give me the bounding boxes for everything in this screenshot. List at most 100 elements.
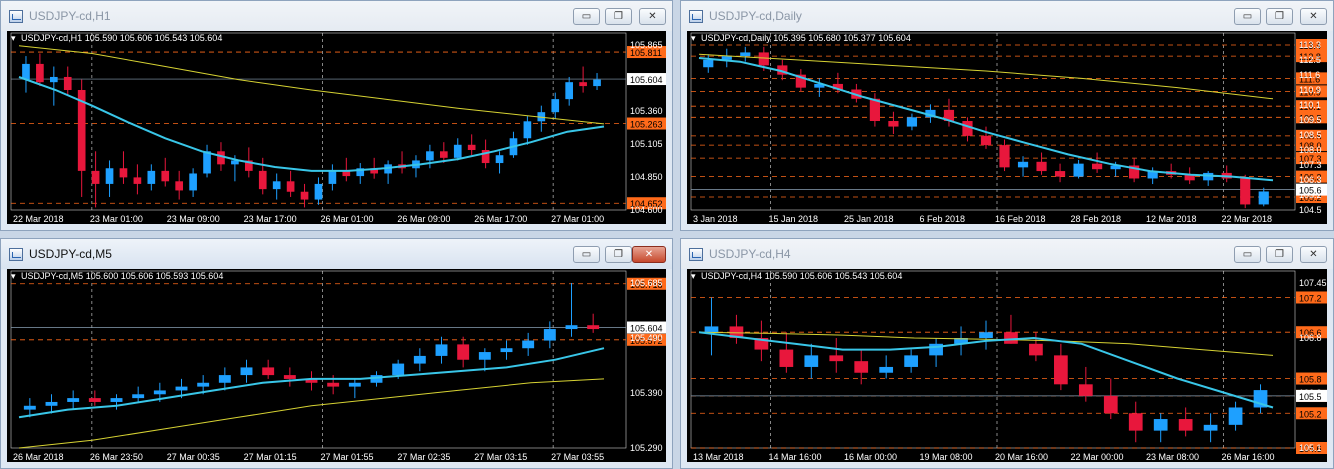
level-label: 105.2 — [1299, 409, 1322, 419]
candle-body — [413, 355, 426, 364]
candle-body — [110, 398, 123, 402]
candle-body — [1078, 384, 1093, 396]
candle-body — [1153, 419, 1168, 431]
time-tick-label: 28 Feb 2018 — [1071, 214, 1122, 224]
chart-window-m5[interactable]: USDJPY-cd,M5 ▭ ❐ ✕ 105.718 105.572 105.685… — [0, 238, 673, 469]
close-button[interactable]: ✕ — [632, 246, 666, 263]
candle-body — [1004, 332, 1018, 344]
candle-body — [119, 168, 128, 178]
maximize-button[interactable]: ❐ — [1266, 246, 1293, 263]
window-title: USDJPY-cd,Daily — [709, 9, 802, 23]
time-tick-label: 14 Mar 16:00 — [769, 452, 822, 462]
price-tick-label: 105.1 — [1299, 443, 1322, 453]
price-tick-label: 112.5 — [1299, 55, 1321, 65]
candle-body — [105, 168, 114, 184]
price-tick-label: 107.3 — [1299, 160, 1322, 170]
candle-body — [1103, 395, 1118, 414]
candle-body — [457, 344, 470, 360]
candle-body — [435, 344, 448, 356]
candle-body — [1073, 163, 1084, 177]
candle-body — [854, 361, 869, 373]
minimize-button[interactable]: ▭ — [1234, 8, 1261, 25]
candle-body — [262, 367, 275, 376]
candle-body — [22, 63, 30, 80]
price-tick-label: 105.105 — [630, 139, 663, 149]
close-button[interactable]: ✕ — [1300, 246, 1327, 263]
time-tick-label: 26 Mar 16:00 — [1222, 452, 1275, 462]
candle-body — [197, 382, 210, 387]
price-tick-label: 109.5 — [1299, 115, 1322, 125]
candle-body — [543, 329, 556, 341]
chart-header-caret: ▾ — [11, 33, 16, 43]
time-tick-label: 23 Mar 08:00 — [1146, 452, 1199, 462]
ma-fast-line — [698, 57, 1274, 182]
time-tick-label: 20 Mar 16:00 — [995, 452, 1048, 462]
maximize-button[interactable]: ❐ — [605, 8, 632, 25]
window-title: USDJPY-cd,M5 — [29, 247, 112, 261]
candle-body — [500, 348, 513, 353]
title-bar[interactable]: USDJPY-cd,H4 ▭ ❐ ✕ — [681, 239, 1333, 269]
time-tick-label: 27 Mar 02:35 — [397, 452, 450, 462]
time-tick-label: 22 Mar 00:00 — [1071, 452, 1124, 462]
chart-area[interactable]: 107.2106.6105.8105.5105.2104.6107.45106.… — [687, 269, 1327, 462]
candle-body — [1036, 161, 1047, 172]
time-tick-label: 26 Mar 17:00 — [474, 214, 527, 224]
close-button[interactable]: ✕ — [639, 8, 666, 25]
price-tick-label: 104.850 — [630, 172, 663, 182]
minimize-button[interactable]: ▭ — [573, 246, 600, 263]
time-tick-label: 19 Mar 08:00 — [920, 452, 973, 462]
price-chart[interactable]: 105.718105.572105.685105.490105.390105.2… — [7, 269, 666, 462]
candle-body — [67, 398, 80, 402]
chart-area[interactable]: 105.811105.263104.652105.865105.604105.3… — [7, 31, 666, 224]
level-label: 107.2 — [1299, 293, 1322, 303]
price-tick-label: 108.0 — [1299, 145, 1322, 155]
price-chart[interactable]: 107.2106.6105.8105.5105.2104.6107.45106.… — [687, 269, 1327, 462]
chart-window-h1[interactable]: USDJPY-cd,H1 ▭ ❐ ✕ 105.811 105.263 104.652… — [0, 0, 673, 231]
price-tick-label: 104.5 — [1299, 205, 1322, 215]
maximize-button[interactable]: ❐ — [1266, 8, 1293, 25]
price-tick-label: 105.490 — [630, 333, 663, 343]
candle-body — [1054, 171, 1066, 177]
candle-body — [1092, 163, 1103, 170]
level-label: 105.263 — [630, 120, 663, 130]
maximize-button[interactable]: ❐ — [605, 246, 632, 263]
candle-body — [593, 79, 601, 87]
minimize-button[interactable]: ▭ — [1234, 246, 1261, 263]
candle-body — [523, 121, 532, 139]
price-chart[interactable]: 113.4112.8111.6110.9110.1109.5108.5108.0… — [687, 31, 1327, 224]
title-bar[interactable]: USDJPY-cd,H1 ▭ ❐ ✕ — [1, 1, 672, 31]
candle-body — [439, 151, 448, 158]
title-bar[interactable]: USDJPY-cd,M5 ▭ ❐ ✕ — [1, 239, 672, 269]
time-tick-label: 27 Mar 01:15 — [244, 452, 297, 462]
price-tick-label: 105.685 — [630, 278, 663, 288]
candle-body — [175, 181, 184, 191]
candle-body — [258, 170, 267, 190]
candle-body — [189, 173, 197, 191]
price-tick-label: 107.45 — [1299, 278, 1327, 288]
price-tick-label: 106.8 — [1299, 333, 1322, 343]
price-tick-label: 113.3 — [1299, 40, 1321, 50]
time-tick-label: 27 Mar 01:00 — [551, 214, 604, 224]
chart-header-caret: ▾ — [11, 271, 16, 281]
chart-area[interactable]: 105.718 105.572 105.685 105.490 105.390 105.2… — [7, 269, 666, 462]
candle-body — [453, 144, 462, 158]
candle-body — [980, 135, 992, 146]
chart-header-quote: USDJPY-cd,H4 105.590 105.606 105.543 105… — [701, 271, 902, 281]
chart-window-daily[interactable]: USDJPY-cd,Daily ▭ ❐ ✕ 113.4 112.8 111.6 110… — [680, 0, 1334, 231]
chart-header-caret: ▾ — [691, 33, 696, 43]
candle-body — [91, 170, 100, 184]
close-button[interactable]: ✕ — [1300, 8, 1327, 25]
chart-header-caret: ▾ — [691, 271, 696, 281]
price-chart[interactable]: 105.811105.263104.652105.865105.604105.3… — [7, 31, 666, 224]
candle-body — [879, 366, 894, 373]
candle-body — [888, 121, 899, 127]
time-tick-label: 27 Mar 01:55 — [321, 452, 374, 462]
title-bar[interactable]: USDJPY-cd,Daily ▭ ❐ ✕ — [681, 1, 1333, 31]
time-tick-label: 26 Mar 23:50 — [90, 452, 143, 462]
candle-body — [758, 52, 769, 66]
candle-body — [1178, 419, 1193, 431]
candle-body — [283, 375, 296, 379]
chart-window-h4[interactable]: USDJPY-cd,H4 ▭ ❐ ✕ 107.2106.6105.8105.51… — [680, 238, 1334, 469]
minimize-button[interactable]: ▭ — [573, 8, 600, 25]
chart-area[interactable]: 113.4 112.8 111.6 110.9 110.1 109.5 108.5 108.0… — [687, 31, 1327, 224]
